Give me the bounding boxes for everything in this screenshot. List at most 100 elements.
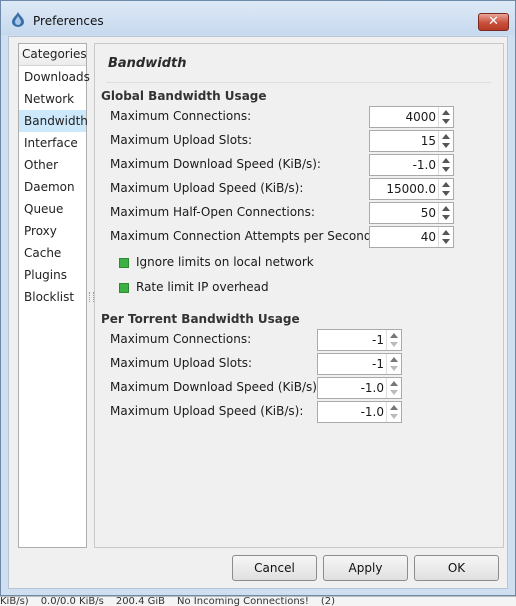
spin-up-icon[interactable] (390, 405, 398, 410)
title-bar[interactable]: Preferences ✕ (1, 1, 515, 35)
per_torrent-field-row: Maximum Download Speed (KiB/s): -1.0 (110, 377, 402, 399)
global-value[interactable]: 40 (421, 230, 436, 244)
spin-up-icon[interactable] (390, 333, 398, 338)
per_torrent-field-row: Maximum Upload Slots: -1 (110, 353, 402, 375)
global-field-row: Maximum Download Speed (KiB/s): -1.0 (110, 154, 454, 176)
category-item-downloads[interactable]: Downloads (19, 66, 90, 88)
categories-list: Categories Downloads Network Bandwidth Inte… (18, 43, 90, 548)
checkbox-label: Ignore limits on local network (136, 255, 314, 269)
global-field-label: Maximum Upload Slots: (110, 133, 253, 147)
global-value-spinbox[interactable]: 50 (369, 202, 454, 224)
checkbox[interactable] (119, 258, 129, 268)
category-item-cache[interactable]: Cache (19, 242, 86, 264)
per_torrent-field-label: Maximum Upload Slots: (110, 356, 253, 370)
per_torrent-value[interactable]: -1.0 (361, 381, 384, 395)
global-value-spinbox[interactable]: 4000 (369, 106, 454, 128)
category-item-blocklist[interactable]: Blocklist (19, 286, 86, 308)
spin-arrows[interactable] (386, 402, 401, 422)
per_torrent-value-spinbox[interactable]: -1.0 (317, 377, 402, 399)
global-value-spinbox[interactable]: -1.0 (369, 154, 454, 176)
spin-up-icon[interactable] (442, 110, 450, 115)
per_torrent-field-row: Maximum Upload Speed (KiB/s): -1.0 (110, 401, 402, 423)
category-item-bandwidth[interactable]: Bandwidth (19, 110, 88, 132)
close-button[interactable]: ✕ (478, 13, 509, 31)
per_torrent-value-spinbox[interactable]: -1 (317, 329, 402, 351)
global-value-spinbox[interactable]: 40 (369, 226, 454, 248)
global-bandwidth-heading: Global Bandwidth Usage (101, 89, 267, 103)
spin-down-icon[interactable] (390, 414, 398, 419)
global-value-spinbox[interactable]: 15 (369, 130, 454, 152)
category-item-queue[interactable]: Queue (19, 198, 86, 220)
per_torrent-value-spinbox[interactable]: -1.0 (317, 401, 402, 423)
global-value[interactable]: 50 (421, 206, 436, 220)
bandwidth-page: Bandwidth Global Bandwidth Usage Maximum… (94, 43, 504, 548)
category-item-other[interactable]: Other (19, 154, 86, 176)
global-value-spinbox[interactable]: 15000.0 (369, 178, 454, 200)
global-field-label: Maximum Download Speed (KiB/s): (110, 157, 321, 171)
global-field-label: Maximum Connection Attempts per Second: (110, 229, 376, 243)
spin-arrows[interactable] (438, 131, 453, 151)
spin-arrows[interactable] (386, 378, 401, 398)
global-field-row: Maximum Connections: 4000 (110, 106, 454, 128)
global-field-row: Maximum Half-Open Connections: 50 (110, 202, 454, 224)
category-item-interface[interactable]: Interface (19, 132, 86, 154)
spin-down-icon[interactable] (442, 119, 450, 124)
deluge-droplet-icon (12, 12, 24, 27)
global-field-label: Maximum Upload Speed (KiB/s): (110, 181, 304, 195)
spin-up-icon[interactable] (442, 182, 450, 187)
per_torrent-value[interactable]: -1.0 (361, 405, 384, 419)
spin-down-icon[interactable] (442, 143, 450, 148)
global-value[interactable]: 15000.0 (386, 182, 436, 196)
per_torrent-value[interactable]: -1 (372, 357, 384, 371)
global-field-label: Maximum Half-Open Connections: (110, 205, 315, 219)
spin-down-icon[interactable] (390, 342, 398, 347)
global-field-row: Maximum Connection Attempts per Second: 4… (110, 226, 454, 248)
global-field-label: Maximum Connections: (110, 109, 252, 123)
apply-button[interactable]: Apply (323, 555, 408, 581)
category-item-plugins[interactable]: Plugins (19, 264, 86, 286)
spin-up-icon[interactable] (442, 134, 450, 139)
spin-down-icon[interactable] (442, 215, 450, 220)
category-item-proxy[interactable]: Proxy (19, 220, 86, 242)
per_torrent-value-spinbox[interactable]: -1 (317, 353, 402, 375)
spin-up-icon[interactable] (442, 206, 450, 211)
per_torrent-field-label: Maximum Download Speed (KiB/s): (110, 380, 321, 394)
spin-down-icon[interactable] (442, 191, 450, 196)
spin-arrows[interactable] (438, 203, 453, 223)
checkbox-label: Rate limit IP overhead (136, 280, 269, 294)
global-value[interactable]: 4000 (405, 110, 436, 124)
global-field-row: Maximum Upload Slots: 15 (110, 130, 454, 152)
spin-arrows[interactable] (438, 155, 453, 175)
spin-down-icon[interactable] (390, 366, 398, 371)
ok-button[interactable]: OK (414, 555, 499, 581)
spin-arrows[interactable] (438, 227, 453, 247)
window-title: Preferences (33, 14, 104, 28)
spin-up-icon[interactable] (390, 381, 398, 386)
per-torrent-heading: Per Torrent Bandwidth Usage (101, 312, 300, 326)
page-title: Bandwidth (108, 56, 187, 71)
spin-down-icon[interactable] (390, 390, 398, 395)
checkbox[interactable] (119, 283, 129, 293)
dialog-body: Categories Downloads Network Bandwidth Inte… (8, 36, 508, 589)
per_torrent-value[interactable]: -1 (372, 333, 384, 347)
categories-header[interactable]: Categories (19, 44, 87, 66)
spin-down-icon[interactable] (442, 167, 450, 172)
per_torrent-field-row: Maximum Connections: -1 (110, 329, 402, 351)
global-field-row: Maximum Upload Speed (KiB/s): 15000.0 (110, 178, 454, 200)
spin-down-icon[interactable] (442, 239, 450, 244)
per_torrent-field-label: Maximum Connections: (110, 332, 252, 346)
close-icon: ✕ (488, 14, 499, 29)
global-value[interactable]: -1.0 (413, 158, 436, 172)
category-item-network[interactable]: Network (19, 88, 86, 110)
spin-arrows[interactable] (438, 107, 453, 127)
title-divider (106, 82, 491, 83)
spin-arrows[interactable] (438, 179, 453, 199)
spin-up-icon[interactable] (442, 158, 450, 163)
spin-up-icon[interactable] (442, 230, 450, 235)
spin-arrows[interactable] (386, 354, 401, 374)
spin-up-icon[interactable] (390, 357, 398, 362)
cancel-button[interactable]: Cancel (232, 555, 317, 581)
spin-arrows[interactable] (386, 330, 401, 350)
category-item-daemon[interactable]: Daemon (19, 176, 86, 198)
global-value[interactable]: 15 (421, 134, 436, 148)
